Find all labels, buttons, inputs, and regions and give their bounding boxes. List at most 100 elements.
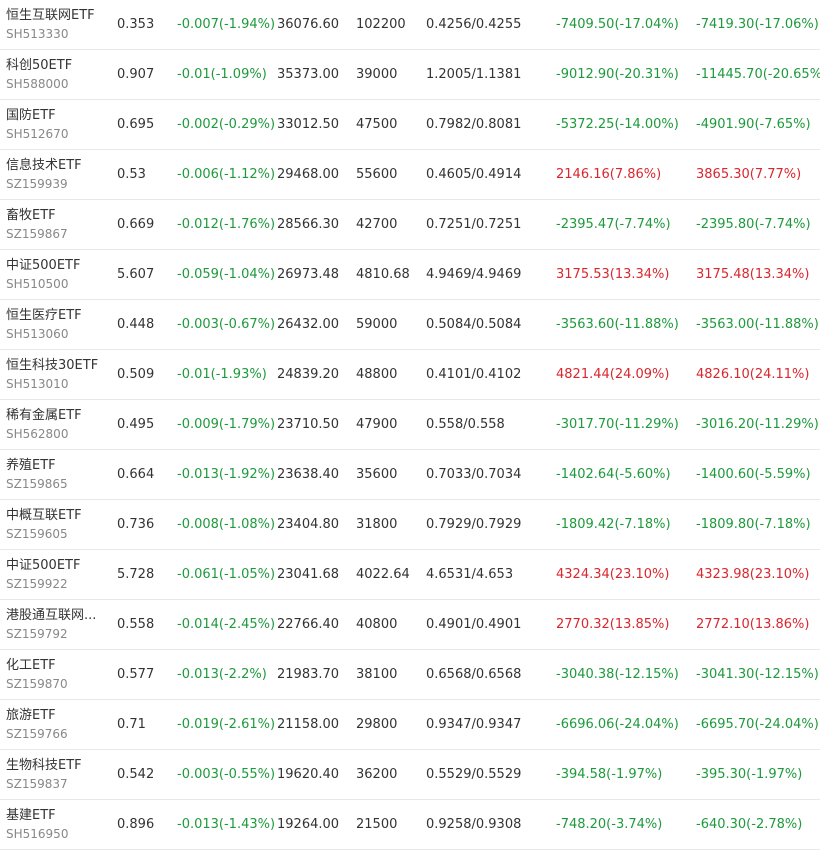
fund-name-link[interactable]: 信息技术ETF [6,157,82,175]
table-row[interactable]: 畜牧ETF SZ159867 0.669 -0.012(-1.76%) 2856… [0,200,820,250]
profit-loss-cell: 4324.34(23.10%) [556,567,670,582]
profit-loss-total-cell: -11445.70(-20.65%) [696,67,820,82]
fund-name-link[interactable]: 养殖ETF [6,457,56,475]
amount-cell: 33012.50 [277,117,340,132]
fund-name-link[interactable]: 基建ETF [6,807,56,825]
table-row[interactable]: 中证500ETF SH510500 5.607 -0.059(-1.04%) 2… [0,250,820,300]
volume-cell: 21500 [356,817,398,832]
volume-cell: 35600 [356,467,398,482]
fund-name-link[interactable]: 旅游ETF [6,707,56,725]
fund-name-cell: 恒生科技30ETF SH513010 [6,350,111,399]
profit-loss-cell: -7409.50(-17.04%) [556,17,679,32]
profit-loss-total-cell: -2395.80(-7.74%) [696,217,811,232]
table-row[interactable]: 生物科技ETF SZ159837 0.542 -0.003(-0.55%) 19… [0,750,820,800]
table-row[interactable]: 旅游ETF SZ159766 0.71 -0.019(-2.61%) 21158… [0,700,820,750]
table-row[interactable]: 中证500ETF SZ159922 5.728 -0.061(-1.05%) 2… [0,550,820,600]
profit-loss-total-cell: -395.30(-1.97%) [696,767,803,782]
fund-code: SH513330 [6,26,69,41]
profit-loss-total-cell: -1809.80(-7.18%) [696,517,811,532]
profit-loss-cell: -1809.42(-7.18%) [556,517,671,532]
table-row[interactable]: 基建ETF SH516950 0.896 -0.013(-1.43%) 1926… [0,800,820,850]
fund-name-cell: 中概互联ETF SZ159605 [6,500,111,549]
fund-name-cell: 基建ETF SH516950 [6,800,111,849]
bid-ask-cell: 0.7982/0.8081 [426,117,522,132]
fund-code: SZ159865 [6,476,68,491]
table-row[interactable]: 化工ETF SZ159870 0.577 -0.013(-2.2%) 21983… [0,650,820,700]
bid-ask-cell: 0.7033/0.7034 [426,467,522,482]
fund-name-cell: 信息技术ETF SZ159939 [6,150,111,199]
volume-cell: 38100 [356,667,398,682]
fund-name-cell: 国防ETF SH512670 [6,100,111,149]
bid-ask-cell: 1.2005/1.1381 [426,67,522,82]
fund-name-cell: 畜牧ETF SZ159867 [6,200,111,249]
change-cell: -0.009(-1.79%) [177,417,276,432]
fund-name-cell: 稀有金属ETF SH562800 [6,400,111,449]
fund-name-cell: 恒生医疗ETF SH513060 [6,300,111,349]
table-row[interactable]: 科创50ETF SH588000 0.907 -0.01(-1.09%) 353… [0,50,820,100]
price-cell: 0.495 [117,417,155,432]
fund-name-link[interactable]: 国防ETF [6,107,56,125]
fund-code: SH516950 [6,826,69,841]
table-row[interactable]: 信息技术ETF SZ159939 0.53 -0.006(-1.12%) 294… [0,150,820,200]
profit-loss-total-cell: 4826.10(24.11%) [696,367,810,382]
fund-name-link[interactable]: 科创50ETF [6,57,72,75]
profit-loss-cell: -6696.06(-24.04%) [556,717,679,732]
change-cell: -0.008(-1.08%) [177,517,276,532]
table-row[interactable]: 中概互联ETF SZ159605 0.736 -0.008(-1.08%) 23… [0,500,820,550]
profit-loss-cell: -3040.38(-12.15%) [556,667,679,682]
profit-loss-total-cell: -640.30(-2.78%) [696,817,803,832]
table-row[interactable]: 恒生科技30ETF SH513010 0.509 -0.01(-1.93%) 2… [0,350,820,400]
amount-cell: 24839.20 [277,367,340,382]
table-row[interactable]: 养殖ETF SZ159865 0.664 -0.013(-1.92%) 2363… [0,450,820,500]
profit-loss-total-cell: -1400.60(-5.59%) [696,467,811,482]
table-row[interactable]: 国防ETF SH512670 0.695 -0.002(-0.29%) 3301… [0,100,820,150]
table-row[interactable]: 恒生互联网ETF SH513330 0.353 -0.007(-1.94%) 3… [0,0,820,50]
amount-cell: 23041.68 [277,567,340,582]
profit-loss-cell: 2770.32(13.85%) [556,617,670,632]
fund-name-cell: 恒生互联网ETF SH513330 [6,0,111,49]
profit-loss-total-cell: 2772.10(13.86%) [696,617,810,632]
fund-name-link[interactable]: 生物科技ETF [6,757,82,775]
price-cell: 0.448 [117,317,155,332]
fund-code: SH513010 [6,376,69,391]
table-row[interactable]: 恒生医疗ETF SH513060 0.448 -0.003(-0.67%) 26… [0,300,820,350]
fund-name-cell: 中证500ETF SZ159922 [6,550,111,599]
profit-loss-cell: -2395.47(-7.74%) [556,217,671,232]
table-row[interactable]: 港股通互联网... SZ159792 0.558 -0.014(-2.45%) … [0,600,820,650]
profit-loss-total-cell: -6695.70(-24.04%) [696,717,819,732]
fund-code: SH562800 [6,426,69,441]
change-cell: -0.01(-1.93%) [177,367,267,382]
fund-name-link[interactable]: 中证500ETF [6,257,80,275]
fund-name-link[interactable]: 恒生科技30ETF [6,357,98,375]
table-row[interactable]: 稀有金属ETF SH562800 0.495 -0.009(-1.79%) 23… [0,400,820,450]
amount-cell: 22766.40 [277,617,340,632]
profit-loss-cell: 4821.44(24.09%) [556,367,670,382]
profit-loss-total-cell: 3175.48(13.34%) [696,267,810,282]
fund-name-link[interactable]: 恒生医疗ETF [6,307,82,325]
volume-cell: 47500 [356,117,398,132]
profit-loss-total-cell: -3041.30(-12.15%) [696,667,819,682]
amount-cell: 26432.00 [277,317,340,332]
amount-cell: 23638.40 [277,467,340,482]
profit-loss-cell: -1402.64(-5.60%) [556,467,671,482]
change-cell: -0.013(-2.2%) [177,667,267,682]
amount-cell: 21983.70 [277,667,340,682]
amount-cell: 35373.00 [277,67,340,82]
fund-name-link[interactable]: 畜牧ETF [6,207,56,225]
fund-name-link[interactable]: 中证500ETF [6,557,80,575]
change-cell: -0.012(-1.76%) [177,217,276,232]
fund-name-link[interactable]: 恒生互联网ETF [6,7,95,25]
profit-loss-cell: -9012.90(-20.31%) [556,67,679,82]
bid-ask-cell: 0.9347/0.9347 [426,717,522,732]
volume-cell: 42700 [356,217,398,232]
fund-name-cell: 养殖ETF SZ159865 [6,450,111,499]
fund-name-link[interactable]: 化工ETF [6,657,56,675]
volume-cell: 29800 [356,717,398,732]
price-cell: 0.558 [117,617,155,632]
fund-name-link[interactable]: 稀有金属ETF [6,407,82,425]
fund-name-link[interactable]: 港股通互联网... [6,607,96,625]
profit-loss-cell: 3175.53(13.34%) [556,267,670,282]
fund-name-link[interactable]: 中概互联ETF [6,507,82,525]
volume-cell: 47900 [356,417,398,432]
amount-cell: 29468.00 [277,167,340,182]
